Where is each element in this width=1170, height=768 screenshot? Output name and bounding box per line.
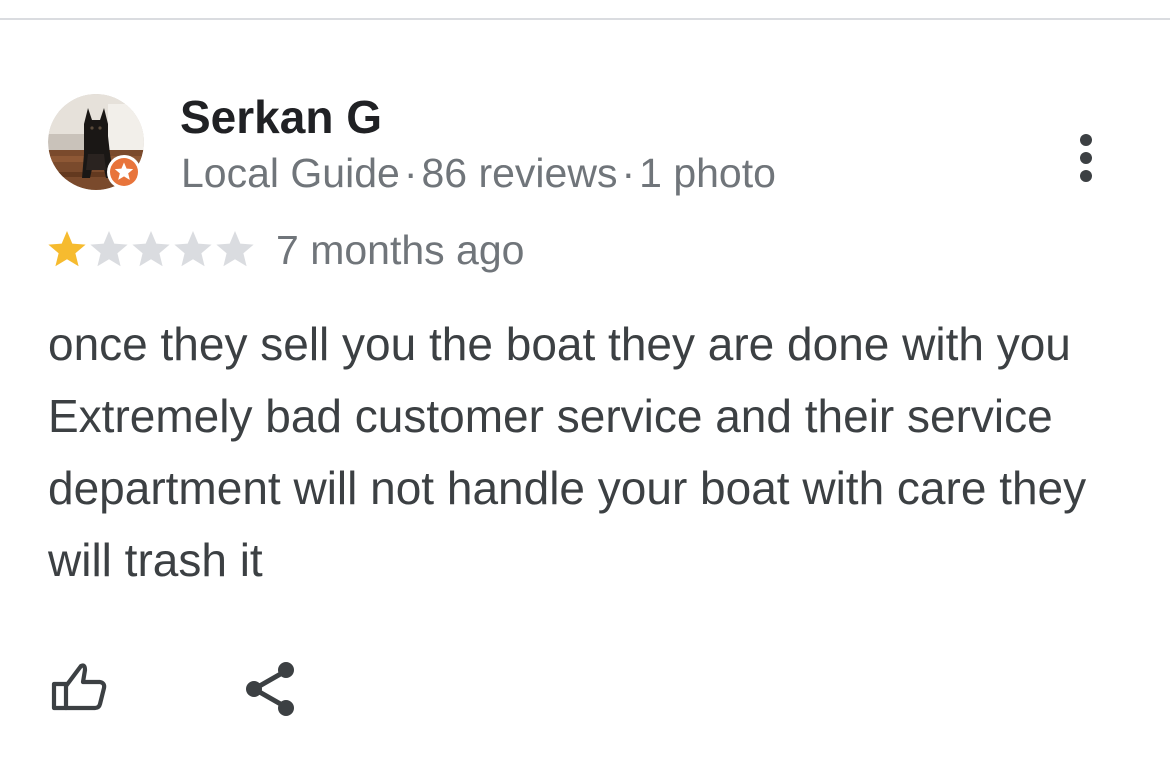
photos-count: 1 photo [639, 150, 776, 196]
local-guide-star-icon [107, 155, 141, 189]
star-empty-icon [216, 231, 254, 267]
share-button[interactable] [242, 660, 298, 718]
more-vert-icon [1080, 134, 1092, 182]
review-text: once they sell you the boat they are don… [48, 318, 1087, 586]
meta-separator: · [403, 150, 418, 196]
star-filled-icon [48, 231, 86, 267]
more-options-button[interactable] [1066, 128, 1106, 188]
rating-row [46, 226, 256, 274]
review-card: Serkan G Local Guide·86 reviews·1 photo … [0, 0, 1170, 768]
star-rating [46, 228, 256, 272]
share-icon [246, 662, 294, 716]
top-divider [0, 18, 1170, 20]
meta-separator: · [621, 150, 636, 196]
star-empty-icon [174, 231, 212, 267]
reviews-count: 86 reviews [421, 150, 618, 196]
reviewer-meta: Local Guide·86 reviews·1 photo [181, 149, 776, 197]
star-empty-icon [90, 231, 128, 267]
reviewer-name[interactable]: Serkan G [180, 90, 382, 144]
thumbs-up-icon [51, 663, 107, 711]
review-date: 7 months ago [276, 227, 525, 273]
like-button[interactable] [48, 656, 112, 720]
local-guide-label: Local Guide [181, 150, 400, 196]
star-empty-icon [132, 231, 170, 267]
reviewer-avatar[interactable] [48, 94, 144, 190]
